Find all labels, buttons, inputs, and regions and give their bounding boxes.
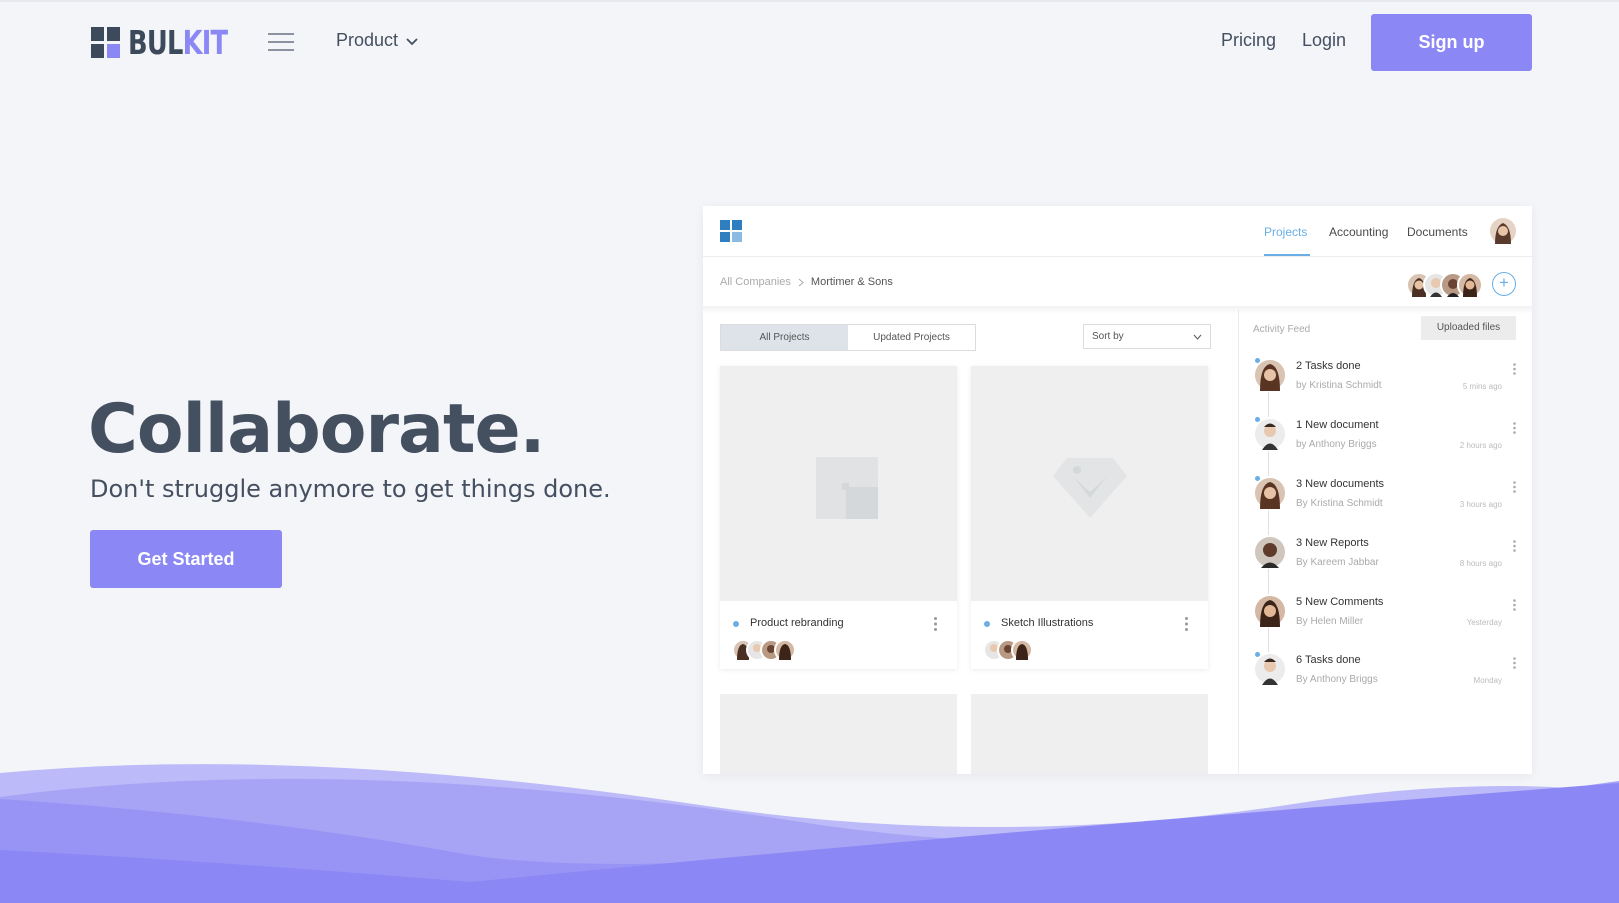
feed-item-title: 3 New documents	[1296, 478, 1385, 490]
project-title: Product rebranding	[750, 617, 844, 629]
feed-item[interactable]: 5 New Comments By Helen Miller Yesterday	[1253, 592, 1516, 632]
feed-item-author: By Anthony Briggs	[1296, 674, 1378, 685]
avatar-group-icon	[732, 639, 796, 661]
more-options-icon[interactable]	[1185, 617, 1188, 631]
project-thumbnail	[720, 366, 957, 601]
mockup-tab-projects[interactable]: Projects	[1264, 225, 1307, 239]
feed-item-author: By Kristina Schmidt	[1296, 498, 1383, 509]
unread-dot	[1255, 476, 1260, 481]
logo-mark-icon	[91, 27, 120, 58]
mockup-header: Projects Accounting Documents	[703, 206, 1532, 257]
sort-by-select[interactable]: Sort by	[1083, 324, 1211, 349]
more-options-icon[interactable]	[1513, 657, 1516, 669]
feed-item-time: 8 hours ago	[1459, 559, 1502, 568]
feed-item-author: By Helen Miller	[1296, 616, 1364, 627]
product-dropdown-label: Product	[336, 30, 399, 50]
mockup-tab-documents[interactable]: Documents	[1407, 225, 1468, 239]
feed-item[interactable]: 3 New documents By Kristina Schmidt 3 ho…	[1253, 474, 1516, 514]
get-started-button[interactable]: Get Started	[90, 530, 282, 588]
feed-item-time: 5 mins ago	[1462, 382, 1502, 391]
feed-item[interactable]: 6 Tasks done By Anthony Briggs Monday	[1253, 650, 1516, 690]
avatar-group-icon	[1406, 272, 1483, 298]
status-dot	[733, 621, 739, 627]
project-card[interactable]: Product rebranding	[720, 366, 957, 669]
breadcrumb: All Companies Mortimer & Sons	[720, 276, 893, 288]
avatar	[1253, 358, 1287, 392]
feed-divider	[1238, 309, 1239, 774]
project-title: Sketch Illustrations	[1001, 617, 1094, 629]
feed-item[interactable]: 3 New Reports By Kareem Jabbar 8 hours a…	[1253, 533, 1516, 573]
sort-by-label: Sort by	[1092, 331, 1124, 342]
bulkit-logo[interactable]: BULKIT	[91, 26, 255, 59]
mockup-logo-icon	[720, 220, 742, 242]
hamburger-menu-icon[interactable]	[268, 33, 294, 51]
add-member-button[interactable]: +	[1492, 272, 1516, 296]
logo-text-part2: KIT	[182, 23, 229, 62]
chevron-down-icon	[406, 38, 418, 46]
project-filter-segment: All Projects Updated Projects	[720, 324, 976, 351]
segment-all-projects[interactable]: All Projects	[721, 325, 848, 350]
project-members	[983, 639, 1033, 661]
more-options-icon[interactable]	[934, 617, 937, 631]
avatar	[1253, 594, 1287, 628]
pricing-link[interactable]: Pricing	[1221, 30, 1276, 51]
active-tab-indicator	[1264, 254, 1310, 256]
feed-item-title: 2 Tasks done	[1296, 360, 1361, 372]
more-options-icon[interactable]	[1513, 599, 1516, 611]
mockup-tab-accounting[interactable]: Accounting	[1329, 225, 1388, 239]
unread-dot	[1255, 358, 1260, 363]
project-card[interactable]: Sketch Illustrations	[971, 366, 1208, 669]
feed-item-title: 3 New Reports	[1296, 537, 1369, 549]
team-avatars	[1406, 272, 1488, 298]
feed-item-time: 3 hours ago	[1459, 500, 1502, 509]
unread-dot	[1255, 652, 1260, 657]
timeline-line	[1268, 366, 1269, 686]
project-thumbnail	[971, 366, 1208, 601]
activity-feed-title: Activity Feed	[1253, 324, 1311, 335]
product-dropdown[interactable]: Product	[336, 30, 418, 51]
logo-text-part1: BUL	[128, 23, 183, 62]
image-placeholder-icon	[816, 457, 878, 519]
feed-item-author: By Kareem Jabbar	[1296, 557, 1379, 568]
feed-item-time: 2 hours ago	[1459, 441, 1502, 450]
status-dot	[984, 621, 990, 627]
hero-title: Collaborate.	[88, 390, 545, 469]
login-link[interactable]: Login	[1302, 30, 1346, 51]
more-options-icon[interactable]	[1513, 540, 1516, 552]
feed-item-author: by Anthony Briggs	[1296, 439, 1377, 450]
breadcrumb-current: Mortimer & Sons	[810, 276, 893, 288]
segment-updated-projects[interactable]: Updated Projects	[848, 325, 975, 350]
diamond-icon	[1053, 458, 1127, 518]
feed-item[interactable]: 2 Tasks done by Kristina Schmidt 5 mins …	[1253, 356, 1516, 396]
uploaded-files-button[interactable]: Uploaded files	[1421, 316, 1516, 340]
feed-item-author: by Kristina Schmidt	[1296, 380, 1382, 391]
feed-item[interactable]: 1 New document by Anthony Briggs 2 hours…	[1253, 415, 1516, 455]
avatar	[1253, 652, 1287, 686]
more-options-icon[interactable]	[1513, 422, 1516, 434]
breadcrumb-root[interactable]: All Companies	[720, 276, 791, 288]
more-options-icon[interactable]	[1513, 481, 1516, 493]
logo-wordmark: BULKIT	[128, 23, 229, 62]
feed-item-time: Yesterday	[1466, 618, 1502, 627]
sign-up-button[interactable]: Sign up	[1371, 14, 1532, 71]
app-mockup-screenshot: Projects Accounting Documents All Compan…	[703, 206, 1532, 774]
mockup-user-avatar[interactable]	[1490, 218, 1516, 249]
chevron-down-icon	[1193, 334, 1202, 340]
top-navbar: BULKIT Product Pricing Login Sign up	[0, 0, 1619, 80]
feed-item-title: 1 New document	[1296, 419, 1379, 431]
chevron-right-icon	[798, 278, 804, 286]
more-options-icon[interactable]	[1513, 363, 1516, 375]
avatar	[1253, 417, 1287, 451]
feed-item-title: 6 Tasks done	[1296, 654, 1361, 666]
header-shadow	[703, 306, 1532, 314]
feed-item-time: Monday	[1473, 676, 1502, 685]
feed-item-title: 5 New Comments	[1296, 596, 1384, 608]
avatar-group-icon	[983, 639, 1033, 661]
hero-subtitle: Don't struggle anymore to get things don…	[90, 475, 611, 503]
project-members	[732, 639, 796, 661]
decorative-waves	[0, 764, 1619, 903]
avatar	[1253, 476, 1287, 510]
unread-dot	[1255, 417, 1260, 422]
avatar	[1253, 535, 1287, 569]
